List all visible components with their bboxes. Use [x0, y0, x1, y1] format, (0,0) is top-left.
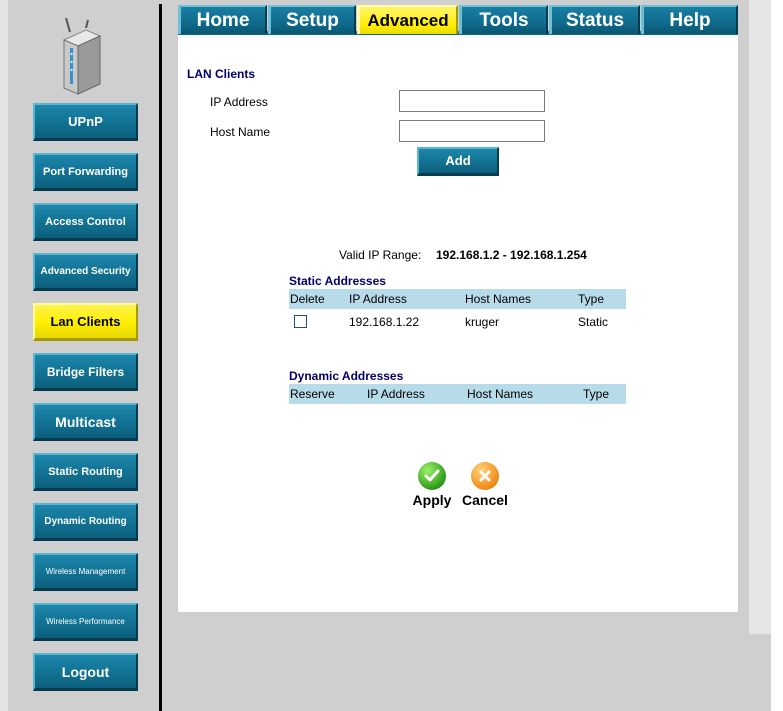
tab-setup[interactable]: Setup	[268, 5, 356, 34]
sidebar-item-label: Bridge Filters	[46, 364, 125, 379]
router-device-icon	[62, 18, 102, 95]
static-addresses-title: Static Addresses	[289, 274, 386, 288]
add-button-label: Add	[445, 153, 471, 168]
tab-status[interactable]: Status	[549, 5, 640, 34]
cancel-label: Cancel	[462, 492, 508, 508]
row-ip-address: 192.168.1.22	[349, 315, 420, 329]
orange-x-icon	[471, 462, 499, 490]
sidebar-item-wireless-management[interactable]: Wireless Management	[33, 553, 138, 591]
column-header: IP Address	[349, 292, 407, 306]
valid-ip-range-label: Valid IP Range:	[339, 248, 422, 262]
apply-button[interactable]: Apply	[410, 462, 454, 508]
sidebar-item-bridge-filters[interactable]: Bridge Filters	[33, 353, 138, 391]
host-name-label: Host Name	[210, 125, 271, 139]
sidebar-item-dynamic-routing[interactable]: Dynamic Routing	[33, 503, 138, 541]
tab-tools[interactable]: Tools	[459, 5, 548, 34]
cancel-button[interactable]: Cancel	[460, 462, 510, 508]
sidebar-item-lan-clients[interactable]: Lan Clients	[33, 303, 138, 341]
dynamic-table-header: Reserve IP Address Host Names Type	[289, 384, 626, 404]
column-header: Type	[578, 292, 605, 306]
tab-label: Setup	[286, 9, 339, 31]
green-checkmark-icon	[418, 462, 446, 490]
column-header: Host Names	[465, 292, 532, 306]
row-type: Static	[578, 315, 609, 329]
column-header: Type	[583, 387, 610, 401]
sidebar-item-label: Access Control	[45, 215, 126, 228]
sidebar-item-label: Advanced Security	[40, 266, 131, 277]
table-row: 192.168.1.22 kruger Static	[289, 312, 626, 332]
sidebar-item-label: Static Routing	[48, 465, 123, 478]
tab-help[interactable]: Help	[641, 5, 738, 34]
tab-advanced[interactable]: Advanced	[357, 5, 458, 34]
sidebar-divider	[159, 4, 162, 711]
sidebar-item-upnp[interactable]: UPnP	[33, 103, 138, 141]
sidebar-item-label: Dynamic Routing	[44, 516, 127, 527]
sidebar-item-label: Wireless Management	[45, 567, 126, 576]
tab-label: Tools	[479, 9, 529, 31]
section-title-lan-clients: LAN Clients	[187, 67, 256, 81]
delete-checkbox[interactable]	[294, 315, 307, 328]
right-margin	[749, 0, 771, 634]
sidebar-item-label: UPnP	[68, 114, 103, 129]
sidebar-item-access-control[interactable]: Access Control	[33, 203, 138, 241]
dynamic-addresses-title: Dynamic Addresses	[289, 369, 404, 383]
sidebar-item-label: Port Forwarding	[43, 165, 128, 178]
column-header: Host Names	[467, 387, 534, 401]
column-header: IP Address	[367, 387, 425, 401]
tab-label: Status	[565, 9, 625, 31]
sidebar-item-multicast[interactable]: Multicast	[33, 403, 138, 441]
sidebar-edge	[0, 0, 8, 711]
sidebar-item-label: Lan Clients	[50, 314, 121, 329]
ip-address-label: IP Address	[210, 95, 268, 109]
row-host-name: kruger	[465, 315, 500, 329]
valid-ip-range-value: 192.168.1.2 - 192.168.1.254	[436, 248, 587, 262]
logout-button[interactable]: Logout	[33, 653, 138, 691]
apply-label: Apply	[412, 492, 452, 508]
sidebar-item-wireless-performance[interactable]: Wireless Performance	[33, 603, 138, 641]
tab-label: Advanced	[367, 10, 449, 30]
add-button[interactable]: Add	[417, 147, 499, 176]
ip-address-input[interactable]	[399, 90, 545, 112]
sidebar-item-port-forwarding[interactable]: Port Forwarding	[33, 153, 138, 191]
tab-label: Home	[196, 9, 250, 31]
sidebar-item-label: Wireless Performance	[46, 617, 125, 626]
host-name-input[interactable]	[399, 120, 545, 142]
sidebar-item-label: Logout	[61, 663, 110, 680]
sidebar-item-advanced-security[interactable]: Advanced Security	[33, 253, 138, 291]
tab-label: Help	[669, 9, 711, 31]
column-header: Delete	[290, 292, 325, 306]
static-table-header: Delete IP Address Host Names Type	[289, 289, 626, 309]
right-edge	[771, 0, 783, 711]
column-header: Reserve	[290, 387, 335, 401]
sidebar-item-label: Multicast	[55, 413, 116, 430]
tab-home[interactable]: Home	[178, 5, 267, 34]
sidebar-item-static-routing[interactable]: Static Routing	[33, 453, 138, 491]
